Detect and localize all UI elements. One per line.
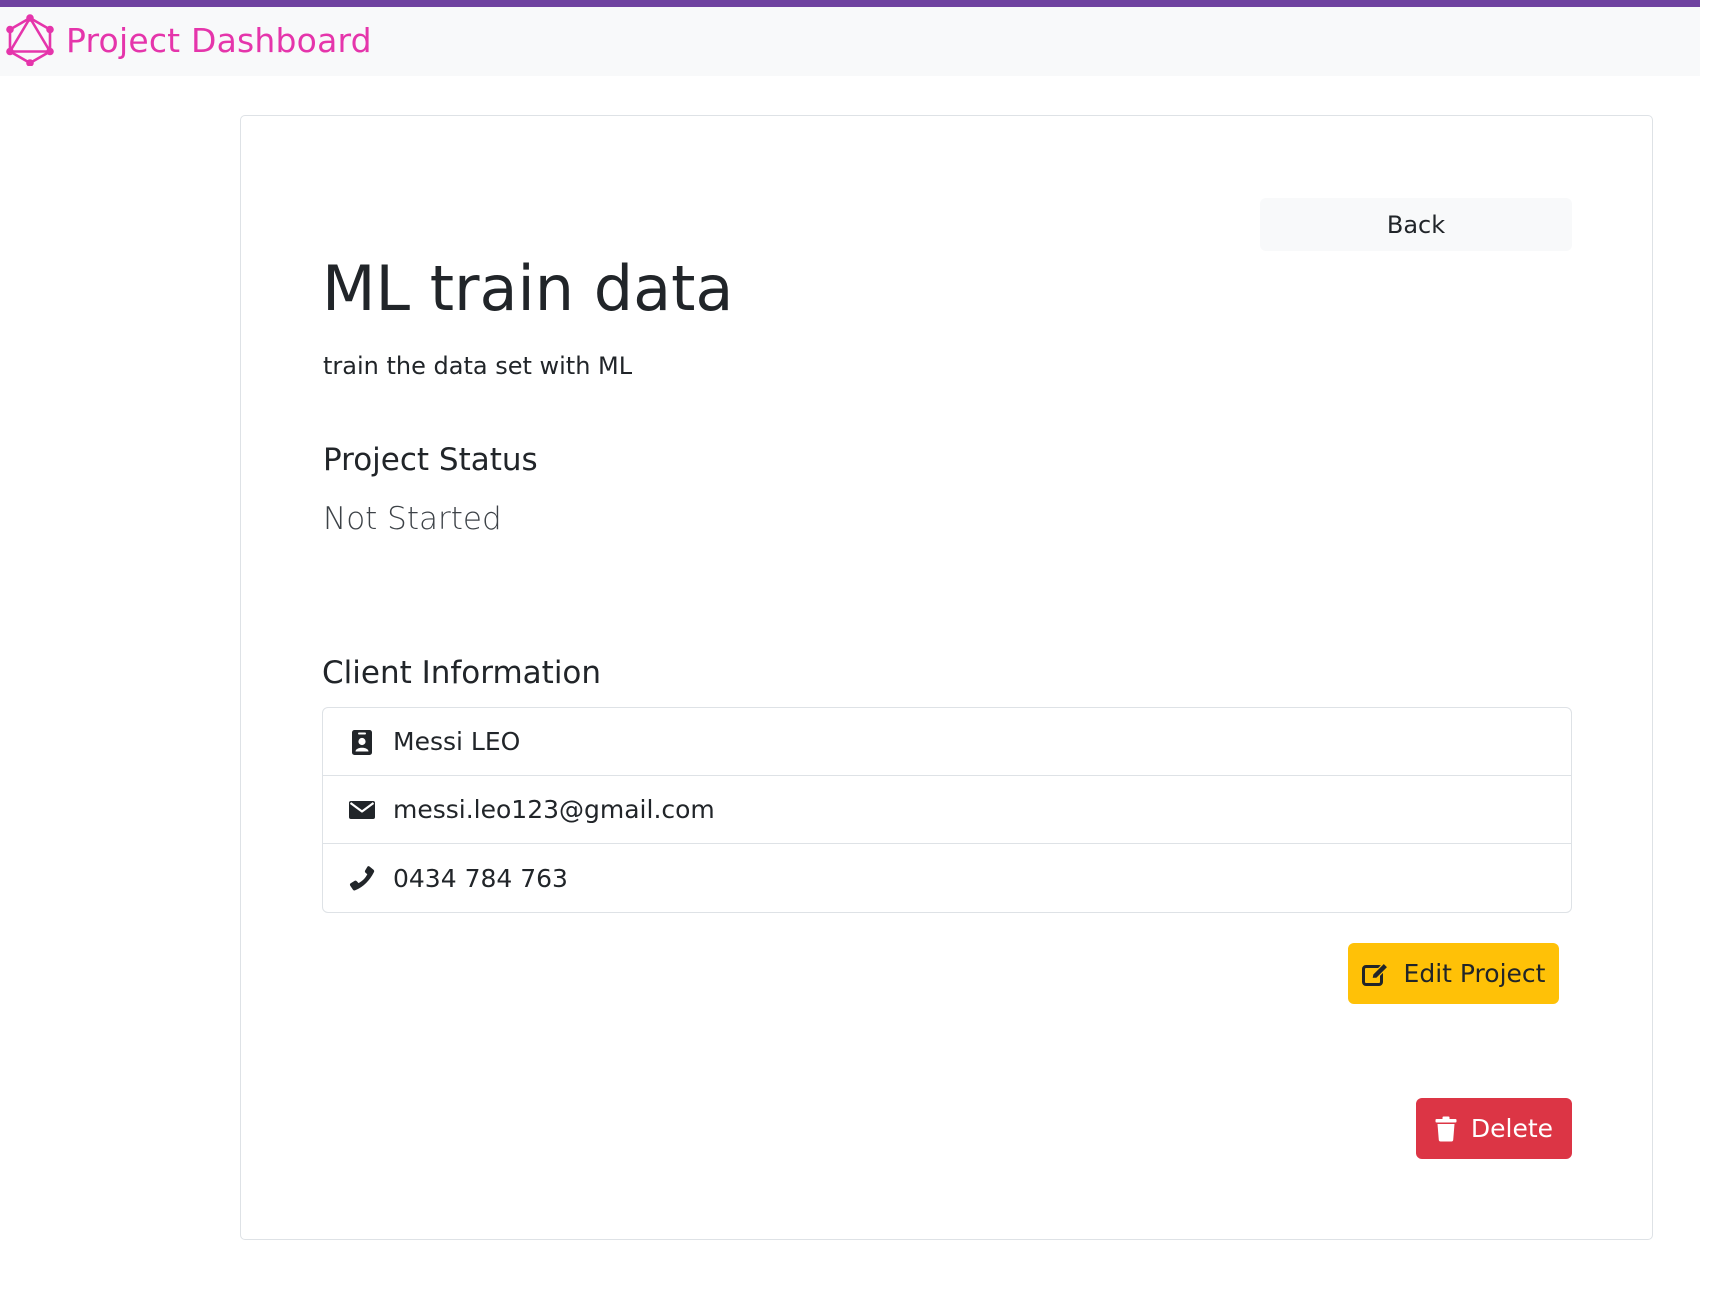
- client-phone: 0434 784 763: [393, 863, 568, 893]
- edit-icon: [1361, 961, 1389, 986]
- graphql-logo-icon: [6, 14, 54, 66]
- trash-icon: [1435, 1116, 1457, 1141]
- project-status-heading: Project Status: [323, 442, 538, 478]
- id-badge-icon: [349, 728, 375, 756]
- client-name-item: Messi LEO: [323, 708, 1571, 776]
- phone-icon: [349, 864, 375, 892]
- navbar: Project Dashboard: [0, 0, 1700, 76]
- client-info-list: Messi LEO messi.leo123@gmail.com 0434 78…: [322, 707, 1572, 913]
- client-phone-item: 0434 784 763: [323, 844, 1571, 912]
- edit-project-label: Edit Project: [1403, 959, 1546, 988]
- brand-link[interactable]: Project Dashboard: [6, 14, 372, 66]
- edit-project-button[interactable]: Edit Project: [1348, 943, 1559, 1004]
- client-email-item: messi.leo123@gmail.com: [323, 776, 1571, 844]
- delete-label: Delete: [1470, 1114, 1554, 1143]
- envelope-icon: [349, 796, 375, 824]
- back-button[interactable]: Back: [1260, 198, 1572, 251]
- project-description: train the data set with ML: [323, 352, 633, 380]
- project-title: ML train data: [322, 252, 734, 325]
- brand-title: Project Dashboard: [66, 20, 372, 60]
- client-email: messi.leo123@gmail.com: [393, 795, 715, 824]
- delete-button[interactable]: Delete: [1416, 1098, 1572, 1159]
- project-status-value: Not Started: [323, 501, 502, 537]
- client-name: Messi LEO: [393, 727, 521, 756]
- client-information-heading: Client Information: [322, 655, 602, 691]
